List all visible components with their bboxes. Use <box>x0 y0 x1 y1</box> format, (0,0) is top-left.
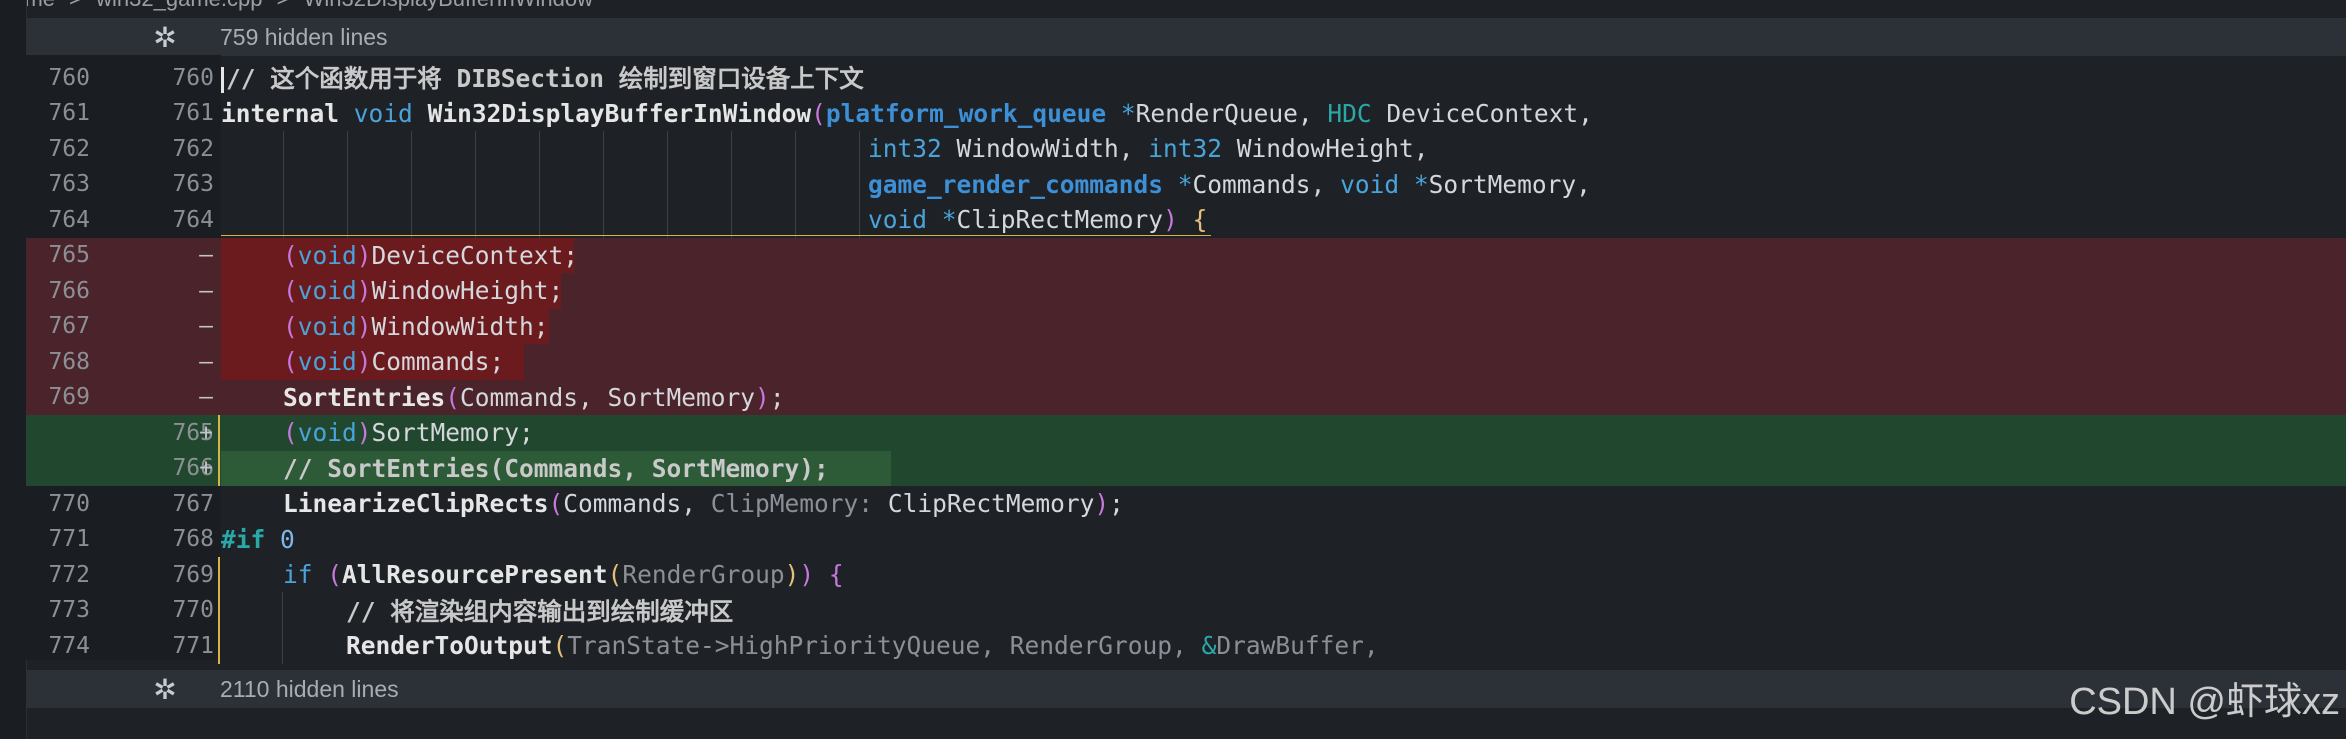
new-line-number: 768 <box>172 526 214 553</box>
removed-sign: – <box>199 348 213 375</box>
new-line-number: 761 <box>172 100 214 127</box>
new-line-number: 771 <box>172 632 214 659</box>
code-line[interactable]: 773 770 // 将渲染组内容输出到绘制缓冲区 <box>26 593 2346 629</box>
code-line[interactable]: 760 760 // 这个函数用于将 DIBSection 绘制到窗口设备上下文 <box>26 60 2346 96</box>
code-text[interactable]: (void)Commands; <box>283 347 504 376</box>
removed-sign: – <box>199 313 213 340</box>
code-text[interactable]: // 这个函数用于将 DIBSection 绘制到窗口设备上下文 <box>221 60 864 95</box>
old-line-number: 773 <box>48 597 90 624</box>
hidden-lines-bar-top[interactable]: ✲ 759 hidden lines <box>26 18 2346 56</box>
old-line-number: 762 <box>48 135 90 162</box>
breadcrumb-item[interactable]: win32_game.cpp <box>96 0 262 11</box>
added-line[interactable]: 765 + (void)SortMemory; <box>26 415 2346 451</box>
code-text[interactable]: // SortEntries(Commands, SortMemory); <box>283 454 829 483</box>
text-cursor <box>221 67 224 94</box>
code-line[interactable]: 761 761 internal void Win32DisplayBuffer… <box>26 96 2346 132</box>
code-text[interactable]: // 将渲染组内容输出到绘制缓冲区 <box>346 593 733 628</box>
code-text[interactable]: RenderToOutput(TranState->HighPriorityQu… <box>346 631 1379 660</box>
code-line[interactable]: 771 768 #if 0 <box>26 522 2346 558</box>
new-line-number: 764 <box>172 206 214 233</box>
removed-line[interactable]: 767 – (void)WindowWidth; <box>26 308 2346 344</box>
old-line-number: 764 <box>48 206 90 233</box>
old-line-number: 768 <box>48 348 90 375</box>
new-line-number: 769 <box>172 561 214 588</box>
diff-marker <box>218 415 220 486</box>
removed-line[interactable]: 768 – (void)Commands; <box>26 344 2346 380</box>
old-line-number: 774 <box>48 632 90 659</box>
removed-sign: – <box>199 384 213 411</box>
code-text[interactable]: if (AllResourcePresent(RenderGroup)) { <box>283 560 844 589</box>
old-line-number: 772 <box>48 561 90 588</box>
added-sign: + <box>199 455 213 482</box>
hidden-lines-bar-bottom[interactable]: ✲ 2110 hidden lines <box>26 670 2346 708</box>
code-line[interactable]: 774 771 RenderToOutput(TranState->HighPr… <box>26 628 2346 664</box>
code-text[interactable]: (void)WindowHeight; <box>283 276 563 305</box>
unfold-icon[interactable]: ✲ <box>148 673 182 706</box>
new-line-number: 760 <box>172 64 214 91</box>
code-line[interactable]: 763 763 game_render_commands *Commands, … <box>26 167 2346 203</box>
code-text[interactable]: int32 WindowWidth, int32 WindowHeight, <box>868 134 1429 163</box>
code-text[interactable]: #if 0 <box>221 525 295 554</box>
removed-line[interactable]: 769 – SortEntries(Commands, SortMemory); <box>26 379 2346 415</box>
old-line-number: 769 <box>48 384 90 411</box>
breadcrumb-item[interactable]: Win32DisplayBufferInWindow <box>304 0 593 11</box>
breadcrumb[interactable]: game > win32_game.cpp > Win32DisplayBuff… <box>0 0 2346 14</box>
removed-line[interactable]: 766 – (void)WindowHeight; <box>26 273 2346 309</box>
code-line[interactable]: 772 769 if (AllResourcePresent(RenderGro… <box>26 557 2346 593</box>
old-line-number: 760 <box>48 64 90 91</box>
new-line-number: 762 <box>172 135 214 162</box>
old-line-number: 763 <box>48 171 90 198</box>
old-line-number: 766 <box>48 277 90 304</box>
code-text[interactable]: LinearizeClipRects(Commands, ClipMemory:… <box>283 489 1124 518</box>
added-sign: + <box>199 419 213 446</box>
old-line-number: 771 <box>48 526 90 553</box>
new-line-number: 770 <box>172 597 214 624</box>
removed-line[interactable]: 765 – (void)DeviceContext; <box>26 237 2346 273</box>
code-text[interactable]: SortEntries(Commands, SortMemory); <box>283 383 785 412</box>
old-line-number: 770 <box>48 490 90 517</box>
unfold-icon[interactable]: ✲ <box>148 21 182 54</box>
breadcrumb-separator: > <box>277 0 290 11</box>
code-text[interactable]: internal void Win32DisplayBufferInWindow… <box>221 99 1593 128</box>
hidden-lines-label: 759 hidden lines <box>220 23 388 50</box>
new-line-number: 767 <box>172 490 214 517</box>
new-line-number: 763 <box>172 171 214 198</box>
watermark: CSDN @虾球xz <box>2069 681 2340 723</box>
indent-guide <box>282 592 283 664</box>
hidden-lines-label: 2110 hidden lines <box>220 675 399 702</box>
scope-marker <box>218 557 220 664</box>
removed-sign: – <box>199 242 213 269</box>
added-line[interactable]: 766 + // SortEntries(Commands, SortMemor… <box>26 450 2346 486</box>
old-line-number: 767 <box>48 313 90 340</box>
code-text[interactable]: (void)SortMemory; <box>283 418 534 447</box>
code-line[interactable]: 764 764 void *ClipRectMemory) { <box>26 202 2346 238</box>
code-text[interactable]: void *ClipRectMemory) { <box>868 205 1207 234</box>
code-text[interactable]: (void)WindowWidth; <box>283 312 549 341</box>
old-line-number: 761 <box>48 100 90 127</box>
code-line[interactable]: 762 762 int32 WindowWidth, int32 WindowH… <box>26 131 2346 167</box>
code-line[interactable]: 770 767 LinearizeClipRects(Commands, Cli… <box>26 486 2346 522</box>
code-text[interactable]: (void)DeviceContext; <box>283 241 578 270</box>
old-line-number: 765 <box>48 242 90 269</box>
removed-sign: – <box>199 277 213 304</box>
breadcrumb-separator: > <box>69 0 82 11</box>
activity-strip <box>0 0 27 739</box>
code-text[interactable]: game_render_commands *Commands, void *So… <box>868 170 1591 199</box>
